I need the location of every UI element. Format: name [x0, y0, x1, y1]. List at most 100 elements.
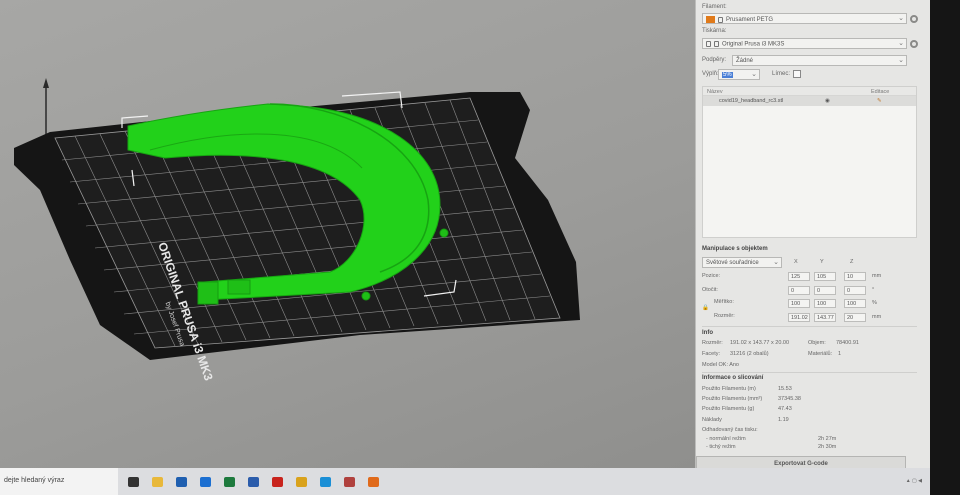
supports-label: Podpěry:	[702, 57, 727, 63]
info-model-ok: Model OK: Ano	[702, 362, 739, 368]
rotate-y-input[interactable]: 0	[814, 286, 836, 295]
chevron-down-icon: ⌄	[898, 15, 904, 22]
axis-y-label: Y	[820, 259, 824, 265]
axis-z-label: Z	[850, 259, 854, 265]
excel-icon[interactable]	[224, 477, 235, 487]
filament-value: Prusament PETG	[726, 17, 774, 24]
rotate-unit: °	[872, 287, 875, 293]
filament-mm3-value: 37345.38	[778, 396, 801, 402]
object-name: covid19_headband_rc3.stl	[719, 98, 784, 104]
eye-icon[interactable]: ◉	[825, 98, 830, 104]
object-list-header: Název Editace	[703, 87, 916, 96]
position-label: Pozice:	[702, 273, 721, 279]
scale-x-input[interactable]: 100	[788, 299, 810, 308]
word-icon[interactable]	[248, 477, 259, 487]
lock-icon	[718, 16, 723, 23]
position-z-input[interactable]: 10	[844, 272, 866, 281]
acrobat-icon[interactable]	[272, 477, 283, 487]
infill-select[interactable]: 5% ⌄	[718, 69, 760, 80]
size-label: Rozměr:	[714, 313, 735, 319]
filament-select[interactable]: Prusament PETG ⌄	[702, 13, 907, 24]
windows-taskbar: dejte hledaný výraz ▲ ▢ ◀	[0, 468, 930, 495]
printer-icon	[706, 41, 711, 47]
size-x-input[interactable]: 191.02	[788, 313, 810, 322]
position-unit: mm	[872, 273, 882, 279]
supports-value: Žádné	[736, 58, 754, 64]
info-size-value: 191.02 x 143.77 x 20.00	[730, 340, 790, 346]
coord-mode-value: Světové souřadnice	[706, 260, 759, 266]
print-time-label: Odhadovaný čas tisku:	[702, 427, 758, 433]
axis-x-label: X	[794, 259, 798, 265]
rotate-x-input[interactable]: 0	[788, 286, 810, 295]
position-y-input[interactable]: 105	[814, 272, 836, 281]
filament-mm3-label: Použito Filamentu (mm³)	[702, 396, 763, 402]
cost-label: Náklady	[702, 417, 722, 423]
info-materials-value: 1	[838, 351, 842, 357]
printer-select[interactable]: Original Prusa i3 MK3S ⌄	[702, 38, 907, 49]
scale-unit: %	[872, 300, 877, 306]
manipulation-title: Manipulace s objektem	[702, 246, 768, 252]
tool-icon[interactable]	[344, 477, 355, 487]
chrome-icon[interactable]	[296, 477, 307, 487]
object-list: Název Editace covid19_headband_rc3.stl ◉…	[702, 86, 917, 238]
lock-icon	[714, 41, 719, 47]
info-title: Info	[702, 330, 713, 336]
chevron-down-icon: ⌄	[898, 40, 904, 47]
gear-icon[interactable]	[910, 40, 918, 48]
taskbar-search-input[interactable]: dejte hledaný výraz	[0, 468, 118, 495]
3d-viewport[interactable]: ORIGINAL PRUSA i3 MK3 by Josef Prusa	[0, 0, 695, 468]
skype-icon[interactable]	[320, 477, 331, 487]
normal-mode-value: 2h 27m	[818, 436, 837, 442]
filament-label: Filament:	[702, 4, 727, 10]
brim-label: Límec:	[772, 71, 791, 77]
settings-panel: Filament: Prusament PETG ⌄ Tiskárna: Ori…	[695, 0, 930, 468]
divider	[702, 372, 917, 373]
scale-y-input[interactable]: 100	[814, 299, 836, 308]
brim-checkbox[interactable]	[793, 70, 801, 78]
info-facets-label: Facety:	[702, 351, 721, 357]
position-x-input[interactable]: 125	[788, 272, 810, 281]
gear-icon[interactable]	[910, 15, 918, 23]
silent-mode-value: 2h 30m	[818, 444, 837, 450]
filament-color-swatch	[706, 16, 715, 23]
info-facets-value: 31216 (2 obalů)	[730, 351, 769, 357]
normal-mode-label: - normální režim	[706, 436, 746, 442]
coord-mode-select[interactable]: Světové souřadnice ⌄	[702, 257, 782, 268]
size-unit: mm	[872, 314, 882, 320]
rotate-z-input[interactable]: 0	[844, 286, 866, 295]
scale-z-input[interactable]: 100	[844, 299, 866, 308]
filament-m-label: Použito Filamentu (m)	[702, 386, 756, 392]
info-volume-value: 78400.91	[836, 340, 859, 346]
z-axis-arrow	[43, 78, 49, 88]
file-explorer-icon[interactable]	[152, 477, 163, 487]
list-item[interactable]: covid19_headband_rc3.stl ◉ ✎	[703, 96, 916, 106]
edge-icon[interactable]	[200, 477, 211, 487]
edit-icon[interactable]: ✎	[877, 98, 882, 104]
chevron-down-icon: ⌄	[751, 71, 757, 78]
infill-value: 5%	[722, 72, 733, 78]
filament-g-value: 47.43	[778, 406, 792, 412]
info-size-label: Rozměr:	[702, 340, 723, 346]
infill-label: Výplň:	[702, 71, 719, 77]
printer-value: Original Prusa i3 MK3S	[722, 41, 785, 48]
supports-select[interactable]: Žádné ⌄	[732, 55, 907, 66]
printer-label: Tiskárna:	[702, 28, 727, 34]
monitor-bezel	[930, 0, 960, 495]
mail-icon[interactable]	[176, 477, 187, 487]
export-gcode-button[interactable]: Exportovat G-code	[696, 456, 906, 468]
filament-m-value: 15.53	[778, 386, 792, 392]
chevron-down-icon: ⌄	[773, 259, 779, 266]
divider	[702, 326, 917, 327]
info-volume-label: Objem:	[808, 340, 826, 346]
prusaslicer-icon[interactable]	[368, 477, 379, 487]
size-z-input[interactable]: 20	[844, 313, 866, 322]
lock-icon[interactable]: 🔒	[702, 305, 709, 311]
scene-svg: ORIGINAL PRUSA i3 MK3 by Josef Prusa	[14, 78, 580, 383]
size-y-input[interactable]: 143.77	[814, 313, 836, 322]
cost-value: 1.19	[778, 417, 789, 423]
chevron-down-icon: ⌄	[898, 57, 904, 64]
system-tray: ▲ ▢ ◀	[905, 478, 922, 484]
silent-mode-label: - tichý režim	[706, 444, 736, 450]
task-view-icon[interactable]	[128, 477, 139, 487]
slice-info-title: Informace o slicování	[702, 375, 764, 381]
